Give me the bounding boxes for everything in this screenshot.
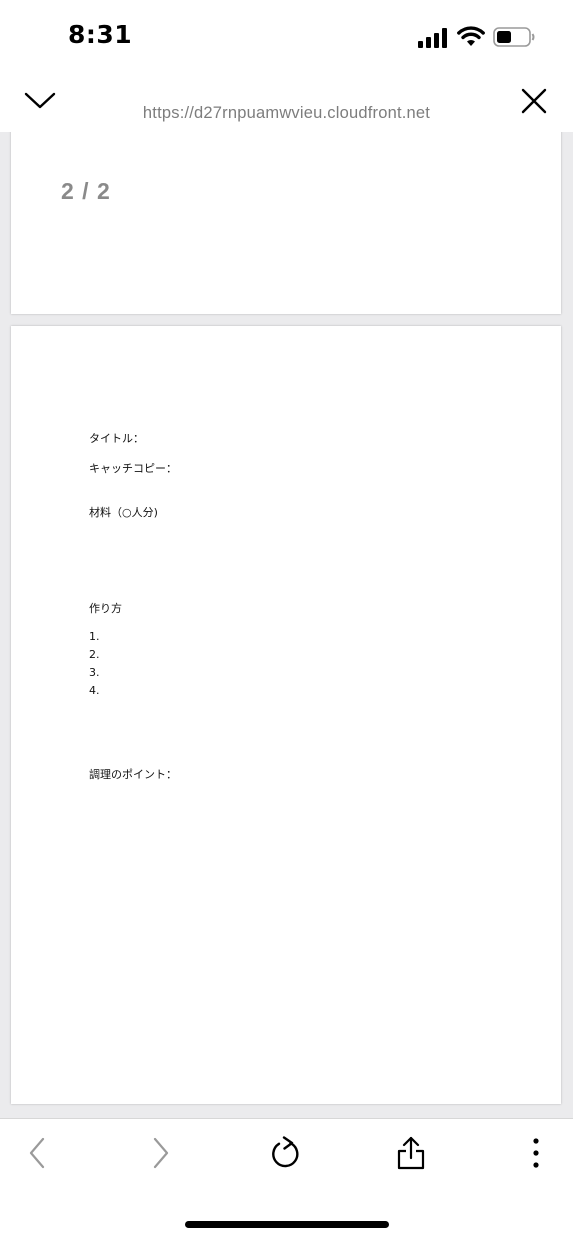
share-button[interactable]	[389, 1133, 433, 1173]
step-item: 1.	[89, 630, 100, 643]
more-vertical-icon	[533, 1138, 539, 1168]
browser-header: https://d27rnpuamwvieu.cloudfront.net	[0, 76, 573, 132]
back-button[interactable]	[15, 1133, 59, 1173]
battery-icon	[493, 27, 535, 52]
status-bar: 8:31	[0, 0, 573, 76]
url-text[interactable]: https://d27rnpuamwvieu.cloudfront.net	[0, 104, 573, 123]
method-label: 作り方	[89, 602, 122, 615]
cellular-signal-icon	[418, 28, 448, 53]
document-page-current: タイトル： キャッチコピー： 材料（○人分) 作り方 1. 2. 3. 4. 調…	[11, 326, 561, 1104]
home-indicator[interactable]	[185, 1221, 389, 1228]
close-button[interactable]	[514, 84, 554, 118]
close-icon	[521, 88, 547, 114]
more-options-button[interactable]	[514, 1133, 558, 1173]
status-time: 8:31	[68, 20, 133, 49]
catchcopy-label: キャッチコピー：	[89, 462, 177, 475]
step-item: 3.	[89, 666, 100, 679]
chevron-right-icon	[153, 1137, 169, 1169]
forward-button[interactable]	[139, 1133, 183, 1173]
document-page-previous	[11, 132, 561, 314]
wifi-icon	[457, 26, 485, 53]
title-label: タイトル：	[89, 432, 144, 445]
page-indicator: 2 / 2	[61, 178, 111, 204]
step-item: 4.	[89, 684, 100, 697]
reload-icon	[272, 1136, 299, 1168]
tips-label: 調理のポイント：	[89, 768, 177, 781]
step-item: 2.	[89, 648, 100, 661]
bottom-toolbar	[0, 1118, 573, 1241]
share-icon	[397, 1136, 425, 1170]
ingredients-label: 材料（○人分)	[89, 506, 158, 519]
reload-button[interactable]	[264, 1133, 308, 1173]
document-viewer[interactable]: タイトル： キャッチコピー： 材料（○人分) 作り方 1. 2. 3. 4. 調…	[0, 132, 573, 1118]
chevron-left-icon	[29, 1137, 45, 1169]
